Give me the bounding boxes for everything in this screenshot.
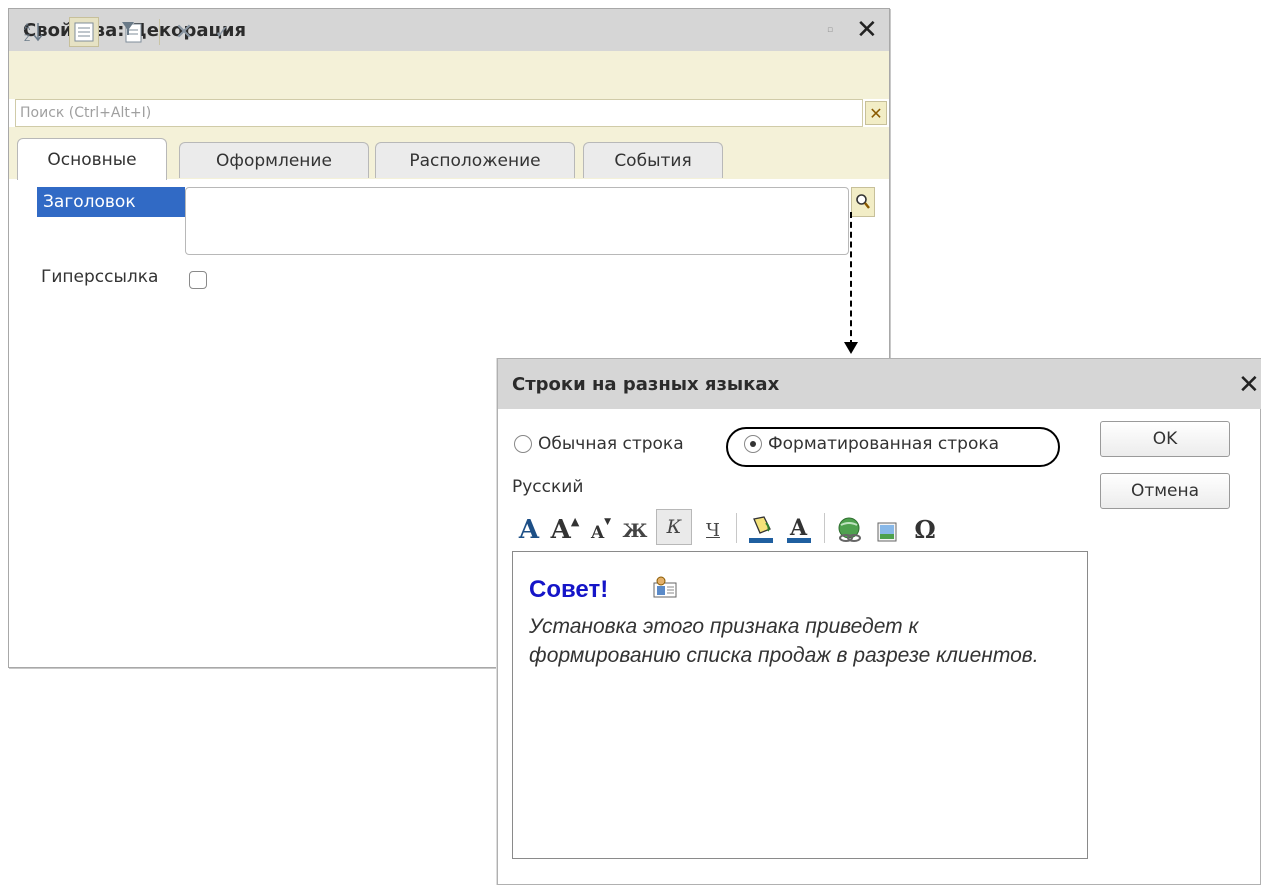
bold-icon[interactable]: Ж [620,511,650,545]
sort-az-icon[interactable]: AZ [19,17,49,47]
language-label: Русский [512,477,584,497]
cancel-button[interactable]: Отмена [1100,473,1230,509]
magnifier-icon[interactable] [851,187,875,217]
title-field-input[interactable] [185,187,849,255]
toolbar-separator [159,19,160,45]
tip-heading: Совет! [529,576,609,603]
title-field-label[interactable]: Заголовок [37,187,185,217]
font-icon[interactable]: A [514,511,544,545]
delete-icon[interactable]: ✕ [169,17,199,47]
check-icon[interactable]: ✓ [207,17,237,47]
picture-icon[interactable] [872,511,902,545]
special-char-icon[interactable]: Ω [908,511,942,545]
picture-placeholder-icon [653,576,677,598]
arrow-head-icon [844,342,858,354]
font-decrease-icon[interactable]: A ▼ [586,511,616,545]
format-separator [824,513,825,543]
italic-icon[interactable]: К [656,509,692,545]
hyperlink-icon[interactable] [832,511,866,545]
categories-icon[interactable] [69,17,99,47]
search-clear-icon[interactable]: ✕ [865,101,887,125]
search-input[interactable]: Поиск (Ctrl+Alt+I) [15,99,863,127]
tab-layout[interactable]: Расположение [375,142,575,178]
underline-icon[interactable]: Ч [698,511,728,545]
dashed-arrow-line [850,212,852,346]
option-plain-label[interactable]: Обычная строка [538,434,684,454]
tab-main[interactable]: Основные [17,138,167,180]
font-increase-icon[interactable]: A ▲ [548,511,582,545]
tab-appearance[interactable]: Оформление [179,142,369,178]
text-color-icon[interactable]: A [782,511,816,545]
pin-icon[interactable]: ▫ [827,25,833,35]
dialog-title: Строки на разных языках [512,374,780,395]
svg-text:A: A [24,23,31,33]
multilang-dialog: Строки на разных языках ✕ Обычная строка… [497,358,1261,885]
formatted-text-editor[interactable]: Совет! Установка этого признака приведет… [512,551,1088,859]
hyperlink-checkbox[interactable] [189,271,207,289]
properties-close-icon[interactable]: ✕ [856,15,878,45]
hyperlink-label: Гиперссылка [41,267,159,287]
background-color-icon[interactable] [744,511,778,545]
filter-icon[interactable] [117,17,147,47]
highlight-oval [726,427,1060,467]
ok-button[interactable]: OK [1100,421,1230,457]
properties-toolbar [9,51,889,99]
format-separator [736,513,737,543]
svg-text:Z: Z [24,34,30,44]
dialog-close-icon[interactable]: ✕ [1238,371,1260,399]
tip-body-text: Установка этого признака приведет к форм… [529,615,1039,667]
tab-events[interactable]: События [583,142,723,178]
radio-plain-string[interactable] [514,435,532,453]
svg-text:A: A [789,515,808,541]
